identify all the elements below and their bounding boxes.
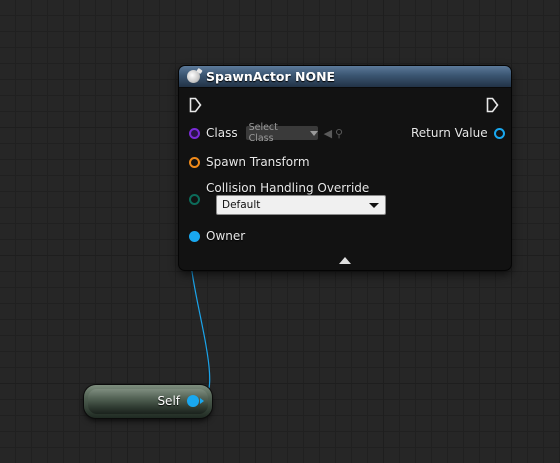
self-label: Self bbox=[157, 394, 180, 408]
collision-handling-dropdown[interactable]: Default bbox=[216, 195, 386, 215]
collision-handling-value: Default bbox=[222, 199, 261, 211]
class-pin[interactable] bbox=[189, 127, 200, 139]
node-title: SpawnActor NONE bbox=[206, 69, 336, 84]
spawn-transform-pin-row: Spawn Transform bbox=[189, 155, 310, 169]
collision-handling-label: Collision Handling Override bbox=[206, 181, 370, 195]
exec-output-pin-icon[interactable] bbox=[486, 97, 499, 113]
owner-pin[interactable] bbox=[189, 230, 200, 242]
blueprint-graph-canvas[interactable]: SpawnActor NONE Class Select Class ◀ ⚲ R… bbox=[0, 0, 560, 463]
node-header[interactable]: SpawnActor NONE bbox=[179, 66, 511, 88]
return-value-pin[interactable] bbox=[493, 127, 505, 139]
owner-label: Owner bbox=[206, 229, 246, 243]
chevron-down-icon bbox=[309, 130, 318, 136]
spawn-transform-label: Spawn Transform bbox=[206, 155, 310, 169]
return-value-label: Return Value bbox=[411, 126, 488, 140]
function-icon bbox=[187, 70, 200, 83]
class-select-dropdown[interactable]: Select Class bbox=[245, 122, 318, 144]
class-pin-label: Class bbox=[206, 126, 238, 140]
self-output-pin[interactable] bbox=[187, 395, 204, 407]
spawn-transform-pin[interactable] bbox=[189, 156, 200, 168]
exec-input-pin-icon[interactable] bbox=[189, 97, 202, 113]
self-node[interactable]: Self bbox=[84, 385, 212, 418]
expand-arrow-icon[interactable] bbox=[339, 257, 351, 264]
collision-handling-pin[interactable] bbox=[189, 194, 200, 205]
chevron-down-icon bbox=[369, 203, 379, 208]
class-pin-row: Class Select Class ◀ ⚲ bbox=[189, 122, 343, 144]
search-icon[interactable]: ⚲ bbox=[335, 127, 343, 140]
return-value-pin-row: Return Value bbox=[411, 126, 505, 140]
class-select-text: Select Class bbox=[248, 122, 278, 144]
browse-icon[interactable]: ◀ bbox=[324, 127, 332, 140]
collision-label-row: Collision Handling Override bbox=[189, 181, 369, 195]
owner-pin-row: Owner bbox=[189, 229, 245, 243]
spawn-actor-node[interactable]: SpawnActor NONE Class Select Class ◀ ⚲ R… bbox=[179, 66, 511, 270]
